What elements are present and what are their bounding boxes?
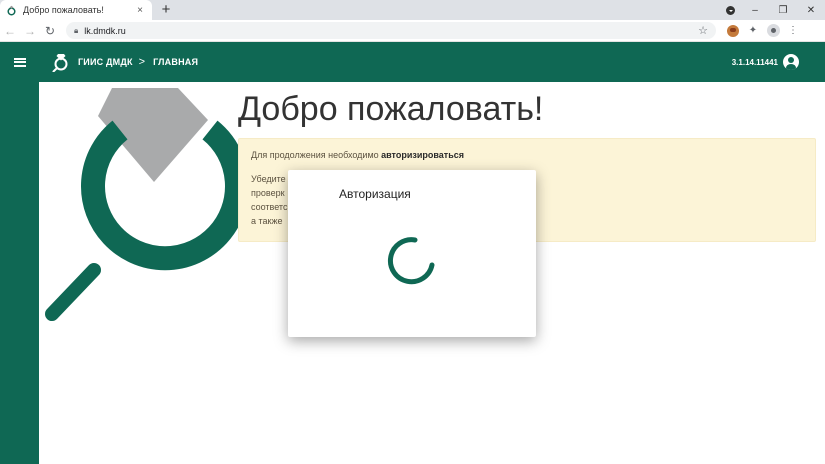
hamburger-icon <box>14 57 26 67</box>
user-account-icon[interactable] <box>783 54 799 70</box>
site-favicon-icon <box>7 5 16 15</box>
lock-icon[interactable]: 🔒︎ <box>74 26 78 36</box>
new-tab-button[interactable]: + <box>158 1 174 18</box>
reload-button[interactable]: ↻ <box>40 21 60 41</box>
tab-close-icon[interactable]: × <box>134 5 146 16</box>
extension-avatar-icon[interactable] <box>724 22 742 40</box>
profile-icon[interactable] <box>764 22 782 40</box>
version-label: 3.1.14.11441 <box>731 57 778 67</box>
header-right: 3.1.14.11441 <box>732 54 799 70</box>
breadcrumb-separator: > <box>138 56 146 68</box>
browser-tabstrip: Добро пожаловать! × + – ❐ ✕ <box>0 0 825 20</box>
page-title: Добро пожаловать! <box>238 90 544 128</box>
browser-menu-icon[interactable]: ⋮ <box>784 22 802 40</box>
alert-line-1: Для продолжения необходимо авторизироват… <box>251 150 464 160</box>
bookmark-star-icon[interactable]: ☆ <box>698 24 708 37</box>
breadcrumb-brand[interactable]: ГИИС ДМДК <box>78 57 133 67</box>
extensions-puzzle-icon[interactable]: ✦ <box>744 22 762 40</box>
forward-button[interactable]: → <box>20 21 40 41</box>
media-record-icon[interactable] <box>719 0 741 20</box>
url-text[interactable]: lk.dmdk.ru <box>84 26 698 36</box>
extensions-area: ✦ ⋮ <box>724 22 802 40</box>
dmdk-emblem-logo <box>45 88 240 321</box>
browser-tab[interactable]: Добро пожаловать! × <box>0 0 152 20</box>
restore-button[interactable]: ❐ <box>769 0 797 20</box>
app-header: ГИИС ДМДК > ГЛАВНАЯ 3.1.14.11441 <box>0 42 825 82</box>
breadcrumb-current: ГЛАВНАЯ <box>153 57 199 67</box>
minimize-button[interactable]: – <box>741 0 769 20</box>
loading-spinner-icon <box>387 237 435 285</box>
hamburger-menu-button[interactable] <box>0 42 40 82</box>
window-controls: – ❐ ✕ <box>719 0 825 20</box>
back-button[interactable]: ← <box>0 21 20 41</box>
modal-title: Авторизация <box>339 187 411 201</box>
auth-modal: Авторизация <box>288 170 536 337</box>
brand-logo-icon[interactable] <box>52 52 70 72</box>
tab-title: Добро пожаловать! <box>23 5 104 15</box>
address-bar[interactable]: 🔒︎ lk.dmdk.ru ☆ <box>66 22 716 39</box>
auth-link[interactable]: авторизироваться <box>381 150 464 160</box>
browser-toolbar: ← → ↻ 🔒︎ lk.dmdk.ru ☆ ✦ ⋮ <box>0 20 825 42</box>
close-window-button[interactable]: ✕ <box>797 0 825 20</box>
sidebar <box>0 82 39 464</box>
